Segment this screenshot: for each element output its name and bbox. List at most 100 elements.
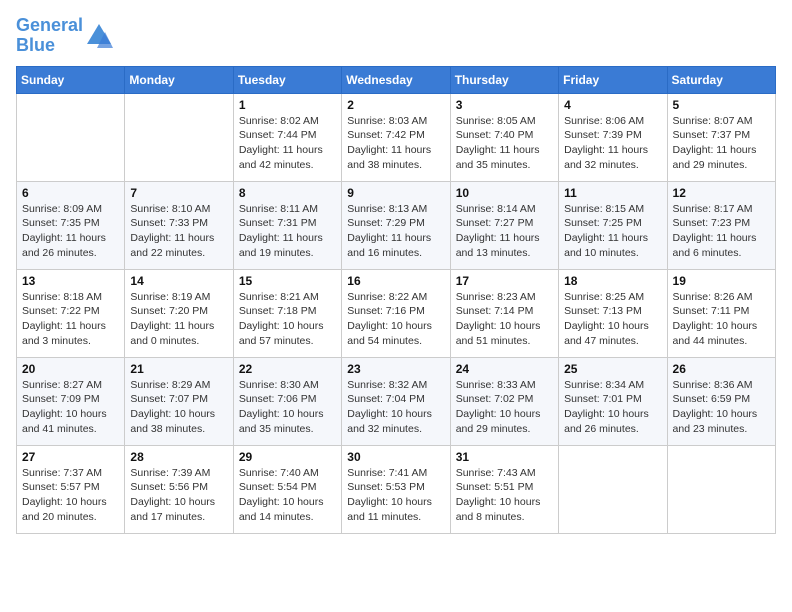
cell-info: Sunrise: 8:09 AMSunset: 7:35 PMDaylight:… [22, 202, 119, 261]
page-header: General Blue [16, 16, 776, 56]
cell-day-number: 8 [239, 186, 336, 200]
cell-day-number: 28 [130, 450, 227, 464]
cell-info: Sunrise: 8:26 AMSunset: 7:11 PMDaylight:… [673, 290, 770, 349]
cell-day-number: 31 [456, 450, 553, 464]
weekday-header: Saturday [667, 66, 775, 93]
calendar-cell: 24 Sunrise: 8:33 AMSunset: 7:02 PMDayligh… [450, 357, 558, 445]
calendar-cell: 15 Sunrise: 8:21 AMSunset: 7:18 PMDayligh… [233, 269, 341, 357]
calendar-cell: 25 Sunrise: 8:34 AMSunset: 7:01 PMDayligh… [559, 357, 667, 445]
calendar-cell: 12 Sunrise: 8:17 AMSunset: 7:23 PMDayligh… [667, 181, 775, 269]
cell-day-number: 12 [673, 186, 770, 200]
calendar-cell: 16 Sunrise: 8:22 AMSunset: 7:16 PMDayligh… [342, 269, 450, 357]
calendar-table: SundayMondayTuesdayWednesdayThursdayFrid… [16, 66, 776, 534]
calendar-cell: 13 Sunrise: 8:18 AMSunset: 7:22 PMDayligh… [17, 269, 125, 357]
cell-info: Sunrise: 7:39 AMSunset: 5:56 PMDaylight:… [130, 466, 227, 525]
calendar-cell: 17Sunrise: 8:23 AMSunset: 7:14 PMDayligh… [450, 269, 558, 357]
cell-info: Sunrise: 8:05 AMSunset: 7:40 PMDaylight:… [456, 114, 553, 173]
cell-day-number: 26 [673, 362, 770, 376]
cell-info: Sunrise: 8:03 AMSunset: 7:42 PMDaylight:… [347, 114, 444, 173]
cell-day-number: 10 [456, 186, 553, 200]
cell-info: Sunrise: 8:21 AMSunset: 7:18 PMDaylight:… [239, 290, 336, 349]
cell-info: Sunrise: 8:17 AMSunset: 7:23 PMDaylight:… [673, 202, 770, 261]
calendar-cell: 8 Sunrise: 8:11 AMSunset: 7:31 PMDaylight… [233, 181, 341, 269]
weekday-header: Tuesday [233, 66, 341, 93]
logo-icon [85, 22, 113, 50]
cell-info: Sunrise: 8:22 AMSunset: 7:16 PMDaylight:… [347, 290, 444, 349]
cell-info: Sunrise: 8:06 AMSunset: 7:39 PMDaylight:… [564, 114, 661, 173]
calendar-cell: 31 Sunrise: 7:43 AMSunset: 5:51 PMDayligh… [450, 445, 558, 533]
cell-day-number: 14 [130, 274, 227, 288]
cell-day-number: 27 [22, 450, 119, 464]
cell-day-number: 9 [347, 186, 444, 200]
cell-day-number: 7 [130, 186, 227, 200]
calendar-cell: 3 Sunrise: 8:05 AMSunset: 7:40 PMDaylight… [450, 93, 558, 181]
cell-day-number: 4 [564, 98, 661, 112]
cell-day-number: 24 [456, 362, 553, 376]
cell-info: Sunrise: 8:19 AMSunset: 7:20 PMDaylight:… [130, 290, 227, 349]
cell-day-number: 1 [239, 98, 336, 112]
cell-info: Sunrise: 8:36 AMSunset: 6:59 PMDaylight:… [673, 378, 770, 437]
cell-info: Sunrise: 8:02 AMSunset: 7:44 PMDaylight:… [239, 114, 336, 173]
calendar-cell: 11 Sunrise: 8:15 AMSunset: 7:25 PMDayligh… [559, 181, 667, 269]
cell-day-number: 23 [347, 362, 444, 376]
cell-day-number: 19 [673, 274, 770, 288]
calendar-cell [17, 93, 125, 181]
cell-day-number: 30 [347, 450, 444, 464]
cell-day-number: 5 [673, 98, 770, 112]
weekday-header: Friday [559, 66, 667, 93]
calendar-cell: 29Sunrise: 7:40 AMSunset: 5:54 PMDayligh… [233, 445, 341, 533]
calendar-cell: 4 Sunrise: 8:06 AMSunset: 7:39 PMDaylight… [559, 93, 667, 181]
cell-info: Sunrise: 7:37 AMSunset: 5:57 PMDaylight:… [22, 466, 119, 525]
cell-info: Sunrise: 8:32 AMSunset: 7:04 PMDaylight:… [347, 378, 444, 437]
cell-day-number: 25 [564, 362, 661, 376]
calendar-cell: 10 Sunrise: 8:14 AMSunset: 7:27 PMDayligh… [450, 181, 558, 269]
calendar-cell: 7 Sunrise: 8:10 AMSunset: 7:33 PMDaylight… [125, 181, 233, 269]
cell-day-number: 15 [239, 274, 336, 288]
calendar-cell: 19 Sunrise: 8:26 AMSunset: 7:11 PMDayligh… [667, 269, 775, 357]
calendar-cell: 22 Sunrise: 8:30 AMSunset: 7:06 PMDayligh… [233, 357, 341, 445]
calendar-cell: 18 Sunrise: 8:25 AMSunset: 7:13 PMDayligh… [559, 269, 667, 357]
calendar-cell: 27 Sunrise: 7:37 AMSunset: 5:57 PMDayligh… [17, 445, 125, 533]
cell-day-number: 11 [564, 186, 661, 200]
calendar-cell: 5 Sunrise: 8:07 AMSunset: 7:37 PMDaylight… [667, 93, 775, 181]
cell-day-number: 3 [456, 98, 553, 112]
cell-info: Sunrise: 8:18 AMSunset: 7:22 PMDaylight:… [22, 290, 119, 349]
cell-info: Sunrise: 8:23 AMSunset: 7:14 PMDaylight:… [456, 290, 553, 349]
cell-day-number: 20 [22, 362, 119, 376]
cell-day-number: 18 [564, 274, 661, 288]
cell-info: Sunrise: 8:25 AMSunset: 7:13 PMDaylight:… [564, 290, 661, 349]
weekday-header: Thursday [450, 66, 558, 93]
calendar-cell: 14 Sunrise: 8:19 AMSunset: 7:20 PMDayligh… [125, 269, 233, 357]
calendar-cell: 23 Sunrise: 8:32 AMSunset: 7:04 PMDayligh… [342, 357, 450, 445]
cell-info: Sunrise: 8:14 AMSunset: 7:27 PMDaylight:… [456, 202, 553, 261]
weekday-header: Wednesday [342, 66, 450, 93]
weekday-header: Monday [125, 66, 233, 93]
cell-day-number: 21 [130, 362, 227, 376]
cell-info: Sunrise: 8:07 AMSunset: 7:37 PMDaylight:… [673, 114, 770, 173]
cell-day-number: 6 [22, 186, 119, 200]
cell-info: Sunrise: 8:10 AMSunset: 7:33 PMDaylight:… [130, 202, 227, 261]
cell-info: Sunrise: 8:30 AMSunset: 7:06 PMDaylight:… [239, 378, 336, 437]
weekday-header: Sunday [17, 66, 125, 93]
cell-day-number: 16 [347, 274, 444, 288]
calendar-cell: 28 Sunrise: 7:39 AMSunset: 5:56 PMDayligh… [125, 445, 233, 533]
cell-day-number: 2 [347, 98, 444, 112]
calendar-cell: 9 Sunrise: 8:13 AMSunset: 7:29 PMDaylight… [342, 181, 450, 269]
calendar-cell [125, 93, 233, 181]
cell-info: Sunrise: 8:11 AMSunset: 7:31 PMDaylight:… [239, 202, 336, 261]
cell-info: Sunrise: 8:15 AMSunset: 7:25 PMDaylight:… [564, 202, 661, 261]
calendar-cell: 1 Sunrise: 8:02 AMSunset: 7:44 PMDaylight… [233, 93, 341, 181]
cell-info: Sunrise: 8:13 AMSunset: 7:29 PMDaylight:… [347, 202, 444, 261]
calendar-cell: 20Sunrise: 8:27 AMSunset: 7:09 PMDayligh… [17, 357, 125, 445]
cell-day-number: 13 [22, 274, 119, 288]
cell-day-number: 22 [239, 362, 336, 376]
cell-info: Sunrise: 7:43 AMSunset: 5:51 PMDaylight:… [456, 466, 553, 525]
calendar-cell: 26 Sunrise: 8:36 AMSunset: 6:59 PMDayligh… [667, 357, 775, 445]
calendar-cell: 2 Sunrise: 8:03 AMSunset: 7:42 PMDaylight… [342, 93, 450, 181]
calendar-cell: 6 Sunrise: 8:09 AMSunset: 7:35 PMDaylight… [17, 181, 125, 269]
cell-info: Sunrise: 8:33 AMSunset: 7:02 PMDaylight:… [456, 378, 553, 437]
calendar-cell: 30Sunrise: 7:41 AMSunset: 5:53 PMDayligh… [342, 445, 450, 533]
cell-info: Sunrise: 7:40 AMSunset: 5:54 PMDaylight:… [239, 466, 336, 525]
calendar-cell [559, 445, 667, 533]
cell-info: Sunrise: 8:34 AMSunset: 7:01 PMDaylight:… [564, 378, 661, 437]
